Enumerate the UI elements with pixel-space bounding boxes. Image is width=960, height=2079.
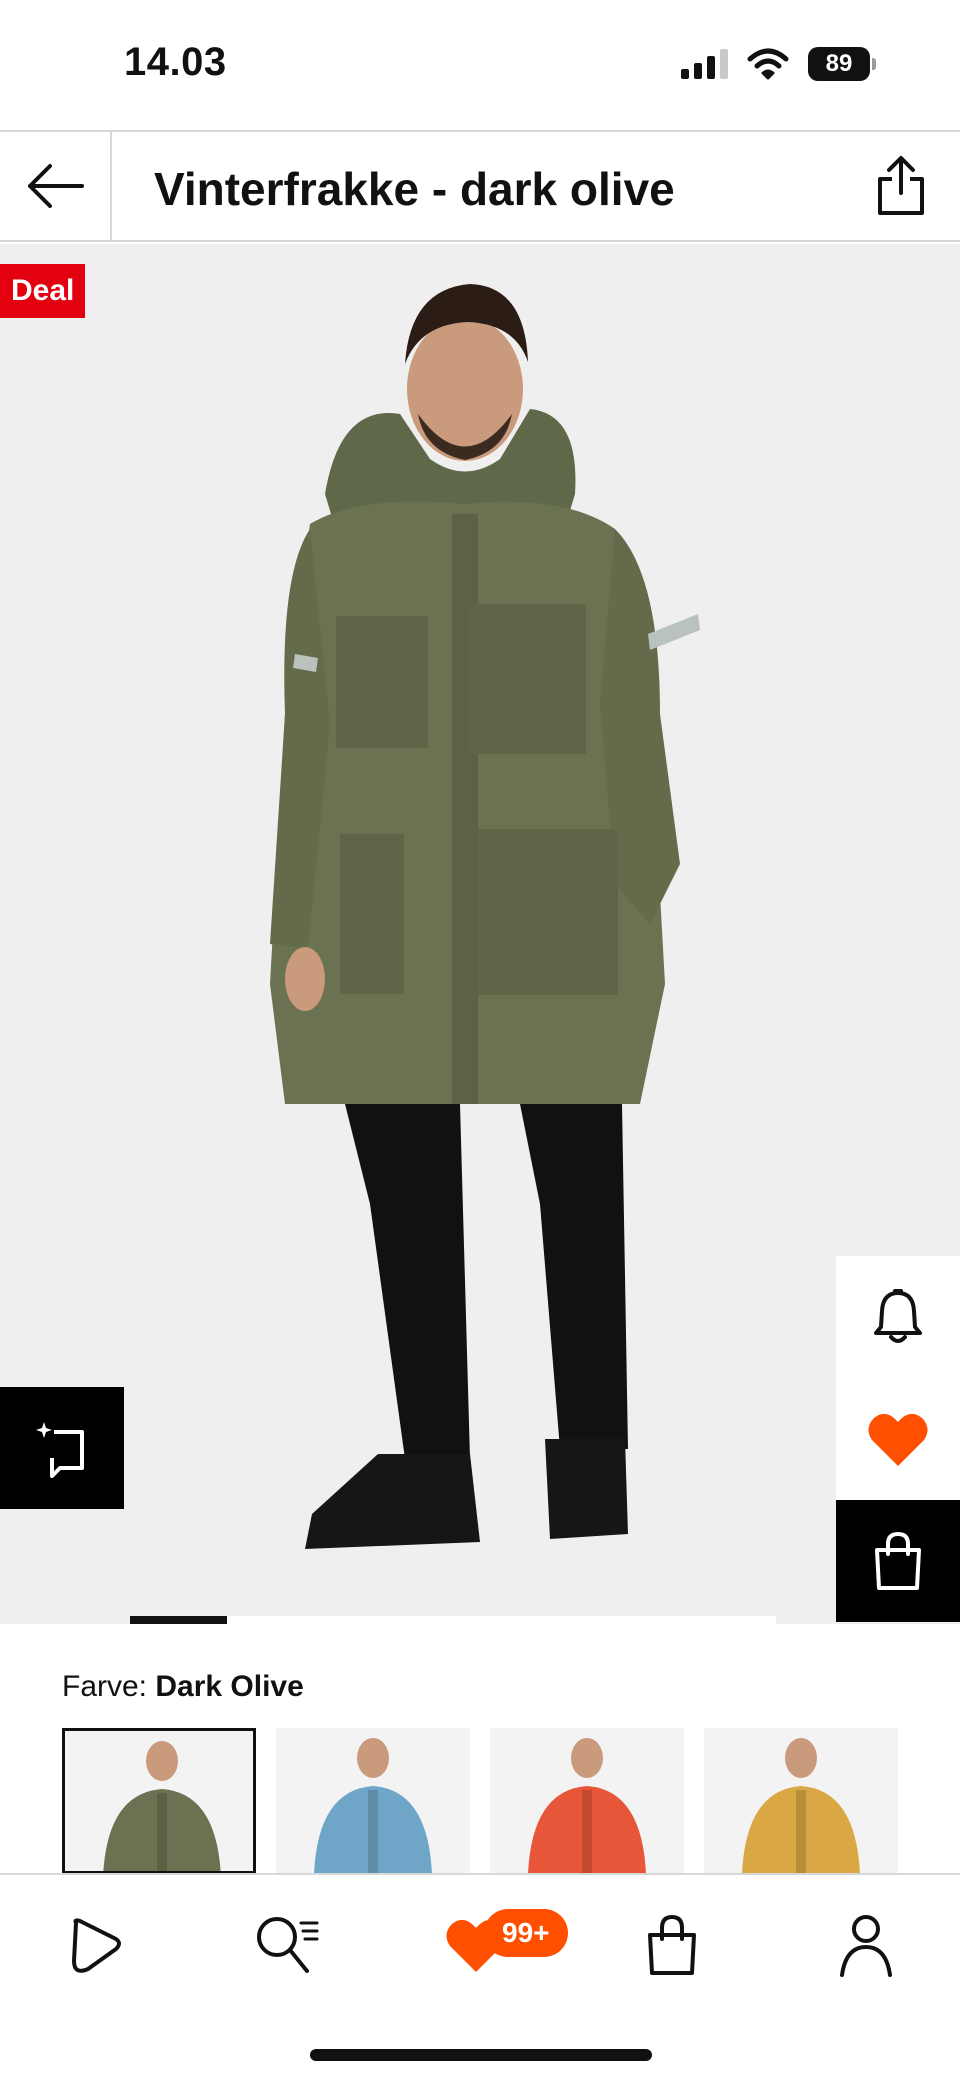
color-swatch[interactable] bbox=[490, 1728, 684, 1874]
nav-search[interactable] bbox=[248, 1905, 328, 1985]
product-image-gallery[interactable]: Deal bbox=[0, 244, 960, 1624]
battery-level: 89 bbox=[808, 47, 870, 81]
bag-icon bbox=[648, 1914, 696, 1975]
swatch-thumbnail bbox=[65, 1731, 253, 1871]
add-to-cart-button[interactable] bbox=[836, 1500, 960, 1622]
product-header: Vinterfrakke - dark olive bbox=[0, 130, 960, 242]
wishlist-count-badge: 99+ bbox=[484, 1909, 568, 1957]
nav-account[interactable] bbox=[826, 1905, 906, 1985]
color-swatch[interactable] bbox=[62, 1728, 256, 1874]
battery-icon: 89 bbox=[808, 47, 876, 81]
status-bar: 14.03 89 bbox=[0, 0, 960, 130]
cellular-signal-icon bbox=[681, 49, 728, 79]
bottom-navigation: 99+ bbox=[0, 1873, 960, 2079]
color-swatch[interactable] bbox=[276, 1728, 470, 1874]
account-icon bbox=[840, 1915, 892, 1977]
swatch-thumbnail bbox=[490, 1728, 684, 1874]
selected-color-name: Dark Olive bbox=[155, 1670, 304, 1703]
notify-button[interactable] bbox=[836, 1256, 960, 1378]
color-label-prefix: Farve: bbox=[62, 1670, 148, 1703]
favorite-button[interactable] bbox=[836, 1378, 960, 1500]
deal-badge: Deal bbox=[0, 264, 86, 318]
nav-bag[interactable] bbox=[632, 1905, 712, 1985]
status-time: 14.03 bbox=[124, 40, 227, 84]
nav-home[interactable] bbox=[56, 1905, 136, 1985]
shopping-bag-icon bbox=[875, 1531, 921, 1590]
color-swatch[interactable] bbox=[704, 1728, 898, 1874]
visual-search-icon bbox=[36, 1422, 84, 1478]
home-icon bbox=[72, 1918, 121, 1973]
share-button[interactable] bbox=[866, 150, 936, 222]
image-progress-track bbox=[130, 1616, 776, 1624]
heart-icon bbox=[868, 1413, 928, 1466]
product-side-actions bbox=[836, 1256, 960, 1622]
color-swatches bbox=[62, 1728, 898, 1874]
color-label: Farve: Dark Olive bbox=[62, 1670, 304, 1704]
image-progress-fill bbox=[130, 1616, 227, 1624]
page-title: Vinterfrakke - dark olive bbox=[154, 163, 675, 215]
visual-search-button[interactable] bbox=[0, 1387, 124, 1509]
share-icon bbox=[878, 156, 924, 215]
wifi-icon bbox=[747, 48, 789, 80]
product-photo bbox=[270, 284, 700, 1549]
search-icon bbox=[257, 1917, 319, 1973]
swatch-thumbnail bbox=[704, 1728, 898, 1874]
back-button[interactable] bbox=[0, 132, 112, 240]
status-icons: 89 bbox=[681, 44, 876, 84]
bell-icon bbox=[874, 1289, 922, 1343]
arrow-left-icon bbox=[28, 164, 84, 208]
swatch-thumbnail bbox=[276, 1728, 470, 1874]
color-selector: Farve: Dark Olive bbox=[0, 1624, 960, 1874]
home-indicator bbox=[310, 2049, 652, 2061]
